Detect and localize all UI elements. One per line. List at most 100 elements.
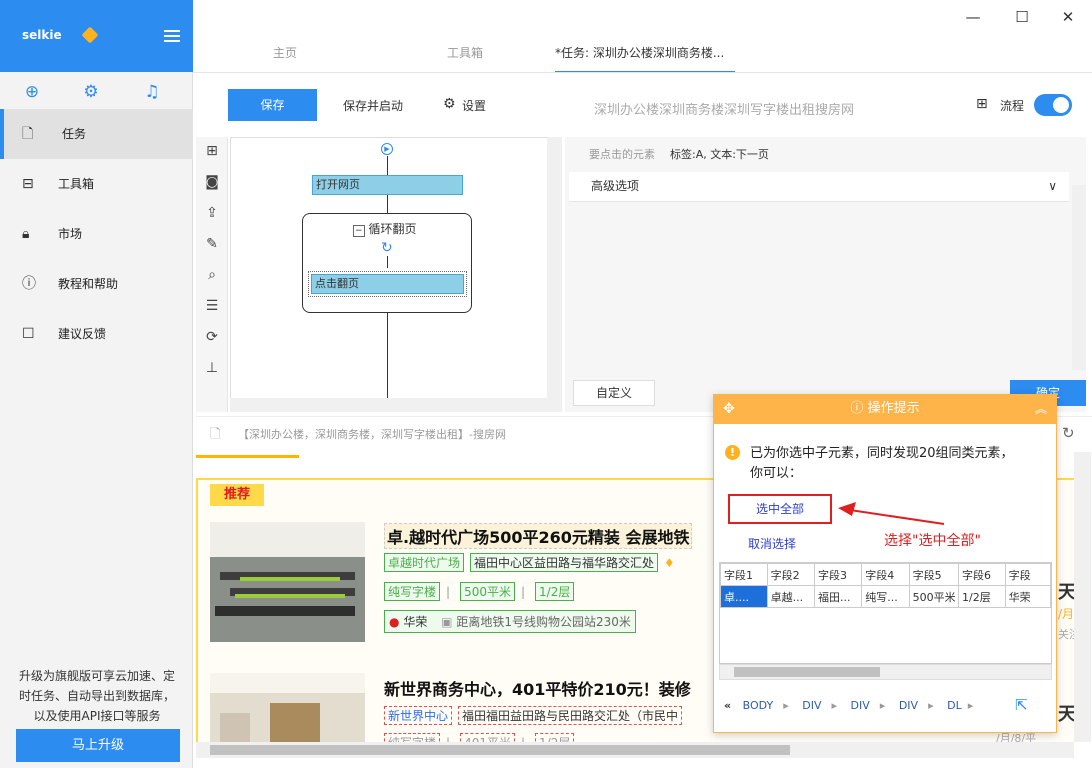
options-scrollbar[interactable] [1072,185,1086,370]
feedback-icon: ☐ [22,326,35,342]
sidebar-item-market[interactable]: 🔒︎ 市场 [0,209,193,259]
export-icon[interactable]: ⇪ [202,205,222,225]
document-icon: 🗋 [22,126,34,142]
advanced-options[interactable]: 高级选项 ∨ [569,172,1069,202]
list-icon[interactable]: ☰ [202,298,222,318]
address-tag[interactable]: 福田福田益田路与民田路交汇处（市民中 [458,706,683,725]
app-name: selkie [22,28,62,42]
table-cell[interactable]: 卓越... [766,585,815,608]
flowchart-hscroll[interactable] [230,398,562,412]
page-icon: 🗋 [210,427,221,442]
flow-toggle[interactable] [1034,94,1072,116]
toolbox-icon: ⊟ [22,176,34,192]
loop-icon[interactable]: ⟳ [202,329,222,349]
click-page-node[interactable]: 点击翻页 [308,271,467,297]
element-value: 标签:A, 文本:下一页 [670,148,769,161]
table-cell[interactable]: 纯写... [861,585,910,608]
move-icon[interactable]: ✥ [723,394,735,424]
edit-icon[interactable]: ✎ [202,236,222,256]
collapse-icon[interactable]: − [353,225,365,237]
bag-icon: 🔒︎ [22,226,30,242]
add-step-icon[interactable]: ⊞ [202,143,222,163]
table-hscroll-thumb[interactable] [734,667,880,677]
table-cell[interactable]: 福田... [813,585,863,608]
web-vscroll[interactable] [1074,452,1091,742]
close-button[interactable]: ✕ [1058,8,1078,28]
upgrade-promo-text: 升级为旗舰版可享云加速、定时任务、自动导出到数据库，以及使用API接口等服务 [18,669,175,723]
tab-task[interactable]: *任务: 深圳办公楼深圳商务楼... [555,44,735,73]
gear-icon[interactable]: ⚙ [81,82,101,102]
vip-badge-icon [81,26,99,44]
table-cell[interactable]: 华荣 [1004,585,1051,608]
custom-button[interactable]: 自定义 [573,380,655,406]
refresh-icon[interactable]: ↻ [1062,424,1075,442]
arrow-annotation-icon [838,502,945,525]
menu-icon[interactable] [164,30,180,42]
area-tag: 401平米 [460,733,515,742]
nav-highlight [196,455,299,458]
upgrade-button[interactable]: 马上升级 [16,729,180,762]
save-button[interactable]: 保存 [228,89,317,121]
path-item[interactable]: DIV [851,699,870,712]
web-hscroll-thumb[interactable] [210,745,790,755]
table-header-row: 字段1 字段2 字段3 字段4 字段5 字段6 字段 [720,563,1051,586]
table-cell[interactable]: 500平米 [908,585,960,608]
path-item[interactable]: DL [947,699,962,712]
path-item[interactable]: BODY [743,699,774,712]
sidebar-item-label: 工具箱 [58,177,95,191]
path-item[interactable]: DIV [899,699,918,712]
listing-title[interactable]: 卓.越时代广场500平260元精装 会展地铁 [384,523,693,549]
table-header: 字段1 [720,563,768,586]
metro-icon: ▣ [441,615,453,629]
save-run-button[interactable]: 保存并启动 [343,97,403,114]
flow-label: 流程 [1000,99,1025,113]
area-tag: 500平米 [460,582,515,601]
office-photo[interactable] [210,522,365,642]
cancel-select-button[interactable]: 取消选择 [748,535,796,552]
table-hscroll[interactable] [719,664,1052,680]
extract-icon[interactable]: ⌕ [202,267,222,287]
sidebar-item-task[interactable]: 🗋 任务 [0,109,193,159]
table-row[interactable]: 卓.... 卓越... 福田... 纯写... 500平米 1/2层 华荣 [720,585,1051,608]
tab-toolbox[interactable]: 工具箱 [447,44,483,61]
url-text[interactable]: 【深圳办公楼，深圳商务楼，深圳写字楼出租】-搜房网 [238,426,506,442]
open-page-node[interactable]: 打开网页 [312,175,463,195]
address-tag[interactable]: 福田中心区益田路与福华路交汇处 [470,553,659,572]
unit-snippet: /月 [1058,607,1075,621]
connector [387,256,388,268]
settings-button[interactable]: 设置 [462,97,486,114]
dialog-header[interactable]: ✥ ⓘ 操作提示 ︽ [713,394,1057,424]
minimize-button[interactable]: — [963,8,983,28]
select-all-button[interactable]: 选中全部 [728,494,832,524]
sidebar-header: selkie [0,0,193,72]
maximize-button[interactable]: ☐ [1012,8,1032,28]
location-icon: ♦ [664,556,675,570]
flowchart-vscroll[interactable] [547,137,562,399]
external-link-icon[interactable]: ⇱ [1015,696,1028,714]
help-icon: ⓘ [22,276,36,292]
building-tag[interactable]: 新世界中心 [384,706,453,725]
sidebar-item-help[interactable]: ⓘ 教程和帮助 [0,259,193,309]
add-icon[interactable]: ⊕ [22,82,42,102]
loop-node[interactable]: − 循环翻页 ↻ 点击翻页 [302,213,472,313]
table-cell[interactable]: 卓.... [720,585,768,608]
listing-title[interactable]: 新世界商务中心，401平特价210元！装修 [384,676,691,700]
path-item[interactable]: DIV [802,699,821,712]
sidebar-item-label: 教程和帮助 [58,277,119,291]
sidebar-item-label: 任务 [62,127,87,141]
table-header: 字段5 [908,563,960,586]
building-tag[interactable]: 卓越时代广场 [384,553,465,572]
collapse-icon[interactable]: ︽ [1035,394,1047,424]
table-cell[interactable]: 1/2层 [958,585,1006,608]
sidebar-item-feedback[interactable]: ☐ 建议反馈 [0,309,193,359]
headset-icon[interactable]: ♫ [142,82,162,102]
sidebar-item-toolbox[interactable]: ⊟ 工具箱 [0,159,193,209]
agent-name[interactable]: 华荣 [403,615,427,629]
annotation-text: 选择"选中全部" [884,533,981,549]
office-photo-2[interactable] [210,673,365,743]
mouse-icon[interactable]: ◙ [202,174,222,194]
tab-home[interactable]: 主页 [273,44,297,61]
back-icon[interactable]: « [724,699,731,712]
branch-icon[interactable]: ⊥ [202,360,222,380]
table-header: 字段2 [766,563,815,586]
